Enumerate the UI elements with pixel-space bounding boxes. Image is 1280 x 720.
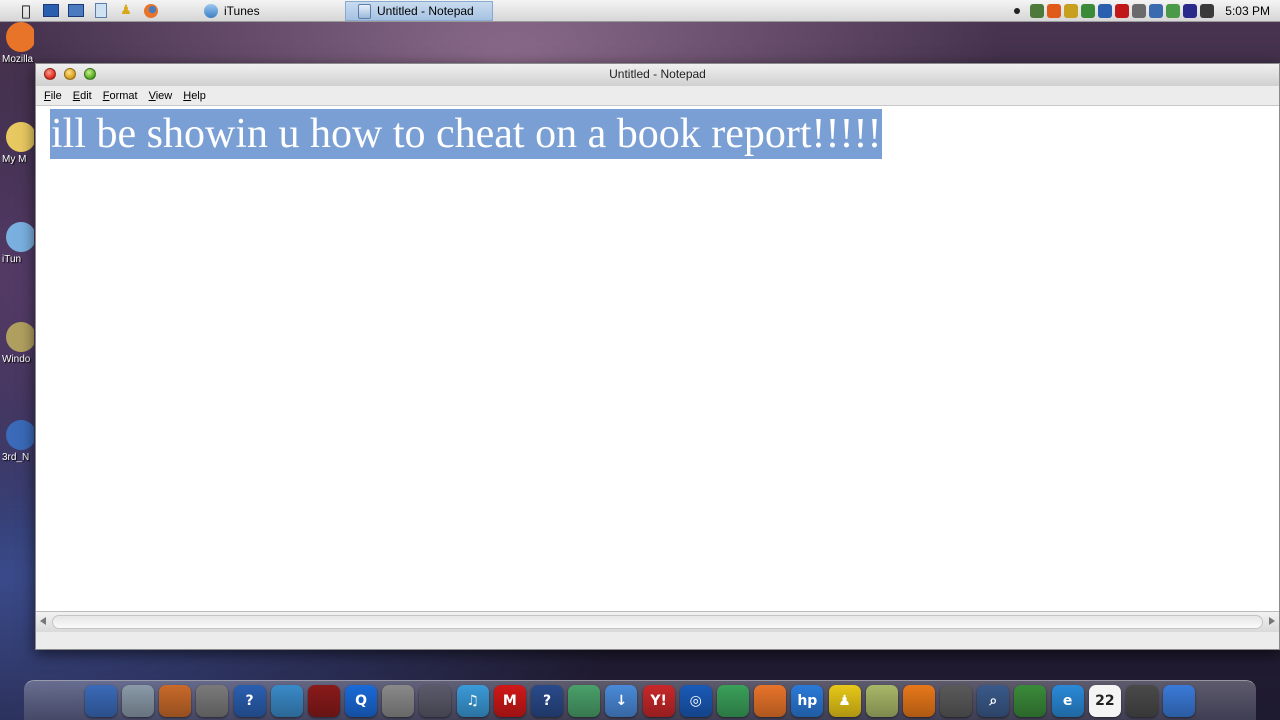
help-icon[interactable]: ?: [233, 685, 266, 717]
download-icon[interactable]: ↓: [605, 685, 638, 717]
tools-icon[interactable]: [382, 685, 415, 717]
title-bar[interactable]: Untitled - Notepad: [36, 64, 1279, 87]
scroll-track[interactable]: [52, 615, 1263, 629]
settings-icon[interactable]: [940, 685, 973, 717]
network-icon[interactable]: [68, 3, 84, 19]
taskbar-item-notepad[interactable]: Untitled - Notepad: [345, 1, 493, 21]
hp-icon[interactable]: hp: [791, 685, 824, 717]
top-menu-bar:  ♟ iTunes Untitled - Notepad 5:03 PM: [0, 0, 1280, 22]
tray-dot-icon: [1014, 8, 1021, 14]
desktop-shortcut[interactable]: Windo: [0, 322, 34, 365]
taskbar-item-label: iTunes: [224, 4, 260, 18]
tray-icon-0[interactable]: [1030, 4, 1045, 18]
menu-file[interactable]: File: [44, 90, 62, 102]
windows-icon[interactable]: [43, 3, 59, 19]
scroll-left-arrow-icon[interactable]: [40, 617, 46, 625]
menu-format[interactable]: Format: [103, 90, 138, 102]
messenger-icon[interactable]: [716, 685, 749, 717]
firefox-dock-icon[interactable]: [754, 685, 787, 717]
desktop-shortcut-icon: [6, 322, 34, 352]
desktop-shortcut[interactable]: My M: [0, 122, 34, 165]
tray-icon-5[interactable]: [1115, 4, 1130, 18]
window-title: Untitled - Notepad: [609, 67, 706, 81]
shadow-icon[interactable]: [1126, 685, 1159, 717]
taskbar-item-label: Untitled - Notepad: [377, 4, 474, 18]
search-icon[interactable]: ⌕: [977, 685, 1010, 717]
itunes-icon: [204, 4, 218, 18]
record-icon[interactable]: [307, 685, 340, 717]
clock[interactable]: 5:03 PM: [1225, 4, 1270, 18]
desktop-shortcut-icon: [6, 22, 34, 52]
desktop-shortcut[interactable]: iTun: [0, 222, 34, 265]
menu-view[interactable]: View: [149, 90, 173, 102]
desktop-shortcut-icon: [6, 420, 34, 450]
game-icon[interactable]: [1014, 685, 1047, 717]
ie-icon[interactable]: e: [1051, 685, 1084, 717]
dock: ? Q ♫ M? ↓ Y! ◎ hp ♟ ⌕ e 22: [24, 680, 1256, 720]
yahoo-icon[interactable]: Y!: [642, 685, 675, 717]
horizontal-scrollbar[interactable]: [36, 611, 1279, 632]
system-tray: 5:03 PM: [1014, 0, 1280, 22]
tray-icon-1[interactable]: [1047, 4, 1062, 18]
desktop-shortcut-label: iTun: [2, 254, 22, 265]
firefox-icon[interactable]: [143, 3, 159, 19]
antivirus-icon[interactable]: [902, 685, 935, 717]
menu-bar: File Edit Format View Help: [36, 86, 1279, 105]
tray-icon-3[interactable]: [1081, 4, 1096, 18]
tray-icon-9[interactable]: [1183, 4, 1198, 18]
selected-text[interactable]: ill be showin u how to cheat on a book r…: [50, 109, 883, 159]
help2-icon[interactable]: ?: [531, 685, 564, 717]
desktop-shortcut-icon: [6, 122, 34, 152]
window-icon[interactable]: [568, 685, 601, 717]
quicktime-icon[interactable]: Q: [345, 685, 378, 717]
tray-icon-2[interactable]: [1064, 4, 1079, 18]
taskbar-item-itunes[interactable]: iTunes: [204, 1, 260, 21]
finder-icon[interactable]: [84, 685, 117, 717]
aim-icon[interactable]: ♟: [118, 3, 134, 19]
disc-icon[interactable]: ◎: [679, 685, 712, 717]
tray-icons: [1030, 4, 1217, 18]
m-app-icon[interactable]: M: [493, 685, 526, 717]
apple-icon[interactable]: : [18, 3, 34, 19]
media-icon[interactable]: [270, 685, 303, 717]
notes-icon[interactable]: [865, 685, 898, 717]
desktop-shortcut-label: Windo: [2, 354, 31, 365]
aim-dock-icon[interactable]: ♟: [828, 685, 861, 717]
desktop-shortcut-label: 3rd_N: [2, 452, 30, 463]
notepad-icon[interactable]: [93, 3, 109, 19]
tray-icon-8[interactable]: [1166, 4, 1181, 18]
utility-icon[interactable]: [419, 685, 452, 717]
system-icon[interactable]: [196, 685, 229, 717]
desktop-shortcut-label: Mozilla: [2, 54, 34, 65]
calendar-icon[interactable]: 22: [1088, 685, 1121, 717]
notepad-icon: [358, 3, 371, 19]
paint-icon[interactable]: [159, 685, 192, 717]
desktop-shortcut[interactable]: Mozilla: [0, 22, 34, 65]
text-editor[interactable]: ill be showin u how to cheat on a book r…: [36, 105, 1279, 632]
notepad-window: Untitled - Notepad File Edit Format View…: [35, 63, 1280, 650]
menu-edit[interactable]: Edit: [73, 90, 92, 102]
scroll-right-arrow-icon[interactable]: [1269, 617, 1275, 625]
folder-icon[interactable]: [121, 685, 154, 717]
desktop-shortcut[interactable]: 3rd_N: [0, 420, 34, 463]
tray-icon-7[interactable]: [1149, 4, 1164, 18]
itunes-icon[interactable]: ♫: [456, 685, 489, 717]
desktop-icon[interactable]: [1163, 685, 1196, 717]
tray-icon-10[interactable]: [1200, 4, 1215, 18]
desktop-shortcut-label: My M: [2, 154, 27, 165]
tray-icon-6[interactable]: [1132, 4, 1147, 18]
menu-help[interactable]: Help: [183, 90, 206, 102]
tray-icon-4[interactable]: [1098, 4, 1113, 18]
desktop-shortcut-icon: [6, 222, 34, 252]
